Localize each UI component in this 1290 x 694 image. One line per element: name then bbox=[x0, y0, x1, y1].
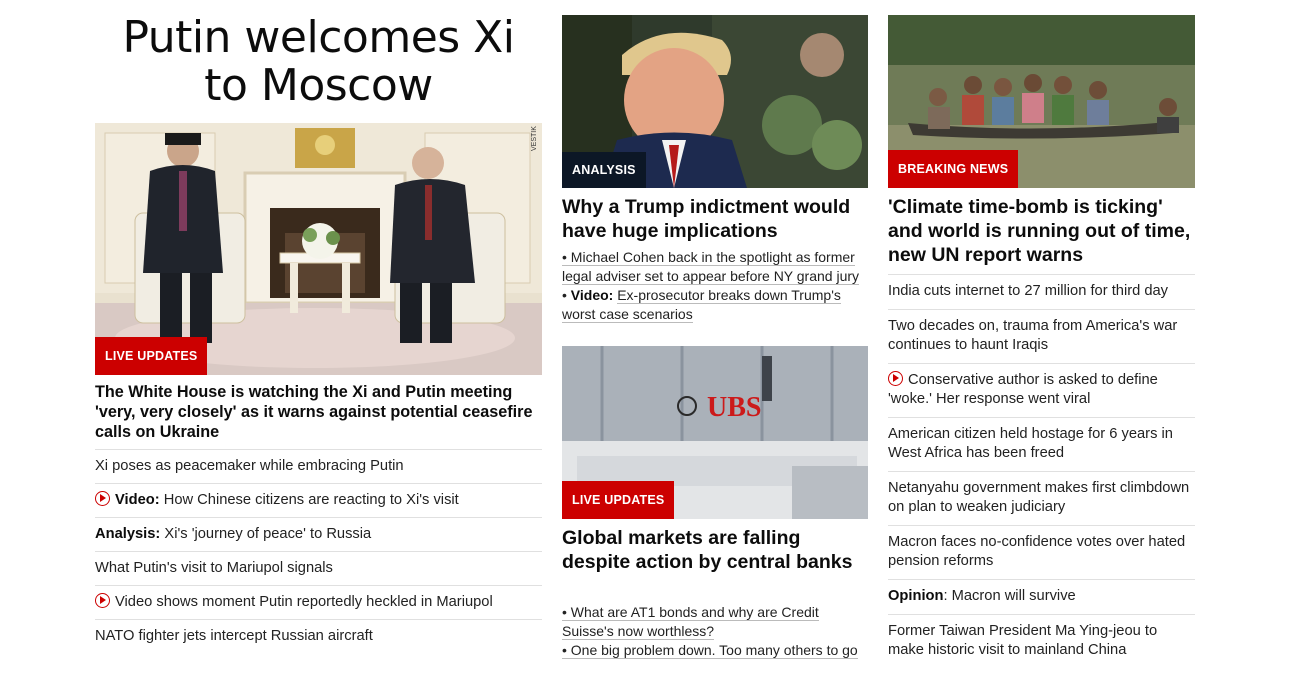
link-prefix: Analysis: bbox=[95, 526, 161, 542]
link-text: : Macron will survive bbox=[943, 588, 1076, 604]
link-prefix: Opinion bbox=[888, 588, 944, 604]
link-text: Netanyahu government makes first climbdo… bbox=[888, 480, 1190, 515]
analysis-badge: ANALYSIS bbox=[562, 152, 646, 188]
link-text: Video shows moment Putin reportedly heck… bbox=[115, 594, 493, 610]
photo-watermark: VESTIK bbox=[531, 126, 538, 151]
ubs-sign: UBS bbox=[707, 392, 761, 423]
list-item[interactable]: • Michael Cohen back in the spotlight as… bbox=[562, 248, 868, 286]
link-text: Former Taiwan President Ma Ying-jeou to … bbox=[888, 623, 1158, 658]
link-text: American citizen held hostage for 6 year… bbox=[888, 426, 1173, 461]
list-item[interactable]: India cuts internet to 27 million for th… bbox=[888, 274, 1195, 309]
list-item[interactable]: Video: How Chinese citizens are reacting… bbox=[95, 483, 542, 517]
markets-lead-headline[interactable]: Global markets are falling despite actio… bbox=[562, 526, 868, 574]
list-item[interactable]: Netanyahu government makes first climbdo… bbox=[888, 471, 1195, 525]
link-text: Macron faces no-confidence votes over ha… bbox=[888, 534, 1186, 569]
list-item[interactable]: Xi poses as peacemaker while embracing P… bbox=[95, 449, 542, 483]
list-item[interactable]: Video shows moment Putin reportedly heck… bbox=[95, 585, 542, 619]
hero-lead-headline[interactable]: The White House is watching the Xi and P… bbox=[95, 382, 542, 442]
link-text: How Chinese citizens are reacting to Xi'… bbox=[163, 492, 459, 508]
link-text: Xi poses as peacemaker while embracing P… bbox=[95, 458, 404, 474]
list-item[interactable]: Former Taiwan President Ma Ying-jeou to … bbox=[888, 614, 1195, 668]
list-item[interactable]: • Video: Ex-prosecutor breaks down Trump… bbox=[562, 286, 868, 324]
link-text: NATO fighter jets intercept Russian airc… bbox=[95, 628, 373, 644]
hero-related-links: Xi poses as peacemaker while embracing P… bbox=[95, 449, 542, 653]
play-video-icon bbox=[888, 371, 903, 386]
list-item[interactable]: What Putin's visit to Mariupol signals bbox=[95, 551, 542, 585]
list-item[interactable]: Two decades on, trauma from America's wa… bbox=[888, 309, 1195, 363]
link-prefix: Video: bbox=[115, 492, 160, 508]
live-updates-badge: LIVE UPDATES bbox=[562, 481, 675, 519]
link-text: Xi's 'journey of peace' to Russia bbox=[164, 526, 372, 542]
ubs-image[interactable]: UBS LIVE UPDATES bbox=[562, 346, 868, 519]
list-item[interactable]: Conservative author is asked to define '… bbox=[888, 363, 1195, 417]
trump-lead-headline[interactable]: Why a Trump indictment would have huge i… bbox=[562, 195, 868, 243]
trump-sub-links: • Michael Cohen back in the spotlight as… bbox=[562, 248, 868, 324]
list-item[interactable]: Analysis: Xi's 'journey of peace' to Rus… bbox=[95, 517, 542, 551]
breaking-news-badge: BREAKING NEWS bbox=[888, 150, 1019, 188]
list-item[interactable]: American citizen held hostage for 6 year… bbox=[888, 417, 1195, 471]
markets-sub-links: • What are AT1 bonds and why are Credit … bbox=[562, 603, 868, 660]
climate-image[interactable]: BREAKING NEWS bbox=[888, 15, 1195, 188]
list-item[interactable]: Macron faces no-confidence votes over ha… bbox=[888, 525, 1195, 579]
link-text: Conservative author is asked to define '… bbox=[888, 372, 1158, 407]
climate-lead-headline[interactable]: 'Climate time-bomb is ticking' and world… bbox=[888, 195, 1195, 267]
link-text: Two decades on, trauma from America's wa… bbox=[888, 318, 1178, 353]
trump-image[interactable]: ANALYSIS bbox=[562, 15, 868, 188]
play-video-icon bbox=[95, 593, 110, 608]
list-item[interactable]: • What are AT1 bonds and why are Credit … bbox=[562, 603, 868, 641]
climate-related-links: India cuts internet to 27 million for th… bbox=[888, 274, 1195, 668]
list-item[interactable]: NATO fighter jets intercept Russian airc… bbox=[95, 619, 542, 653]
hero-headline[interactable]: Putin welcomes Xi to Moscow bbox=[95, 14, 542, 110]
list-item[interactable]: • One big problem down. Too many others … bbox=[562, 641, 868, 660]
list-item[interactable]: Opinion: Macron will survive bbox=[888, 579, 1195, 614]
link-text: What Putin's visit to Mariupol signals bbox=[95, 560, 333, 576]
link-text: India cuts internet to 27 million for th… bbox=[888, 283, 1169, 299]
hero-image[interactable]: VESTIK LIVE UPDATES bbox=[95, 123, 542, 375]
play-video-icon bbox=[95, 491, 110, 506]
live-updates-badge: LIVE UPDATES bbox=[95, 337, 208, 375]
